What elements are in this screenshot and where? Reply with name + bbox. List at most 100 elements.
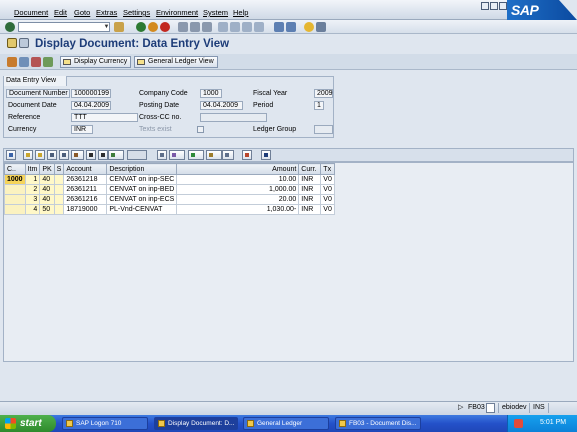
col-header-company[interactable]: C.. — [4, 163, 26, 175]
print-preview-icon[interactable] — [157, 150, 167, 160]
cell-s[interactable] — [53, 174, 65, 185]
display-variant-icon[interactable] — [108, 150, 124, 160]
company-code-field[interactable]: 1000 — [200, 89, 222, 98]
system-info-icon[interactable] — [486, 403, 495, 413]
change-variant-icon[interactable] — [127, 150, 147, 160]
cell-tax[interactable]: V0 — [320, 184, 335, 195]
cell-currency[interactable]: INR — [298, 204, 322, 215]
general-ledger-view-button[interactable]: General Ledger View — [134, 56, 218, 68]
shortcut-icon[interactable] — [286, 22, 296, 32]
table-row[interactable]: 1000 1 40 26361218 CENVAT on inp-SEC 10.… — [4, 174, 335, 185]
cell-posting-key[interactable]: 50 — [39, 204, 55, 215]
cell-currency[interactable]: INR — [298, 184, 322, 195]
change-layout-icon[interactable] — [222, 150, 234, 160]
col-header-description[interactable]: Description — [106, 163, 178, 175]
ledger-group-field[interactable] — [314, 125, 333, 134]
cell-currency[interactable]: INR — [298, 194, 322, 205]
find-grid-icon[interactable] — [47, 150, 57, 160]
cell-item[interactable]: 2 — [24, 184, 41, 195]
layout-menu-icon[interactable] — [316, 22, 326, 32]
table-row[interactable]: 3 40 26361216 CENVAT on inp-ECS 20.00 IN… — [4, 194, 335, 205]
menu-extras[interactable]: Extras — [96, 8, 117, 17]
col-header-item[interactable]: Itm — [24, 163, 41, 175]
exit-icon[interactable] — [148, 22, 158, 32]
cancel-icon[interactable] — [160, 22, 170, 32]
save-icon[interactable] — [114, 22, 124, 32]
col-header-amount[interactable]: Amount — [176, 163, 300, 175]
cell-account[interactable]: 18719000 — [63, 204, 108, 215]
restore-button[interactable] — [490, 2, 498, 10]
fiscal-year-field[interactable]: 2009 — [314, 89, 333, 98]
menu-environment[interactable]: Environment — [156, 8, 198, 17]
other-document-icon[interactable] — [7, 38, 17, 48]
spreadsheet-icon[interactable] — [188, 150, 204, 160]
filter-icon[interactable] — [71, 150, 84, 160]
sort-descending-icon[interactable] — [35, 150, 45, 160]
cell-item[interactable]: 1 — [24, 174, 41, 185]
graphic-icon[interactable] — [242, 150, 252, 160]
task-general-ledger[interactable]: General Ledger — [243, 417, 329, 430]
total-icon[interactable] — [86, 150, 96, 160]
chevron-down-icon[interactable]: ▼ — [103, 23, 110, 31]
next-page-icon[interactable] — [242, 22, 252, 32]
cell-description[interactable]: CENVAT on inp-BED — [106, 184, 178, 195]
cell-item[interactable]: 3 — [24, 194, 41, 205]
col-header-currency[interactable]: Curr. — [298, 163, 322, 175]
reference-field[interactable]: TTT — [71, 113, 138, 122]
document-header-icon[interactable] — [31, 57, 41, 67]
cell-amount[interactable]: 1,030.00- — [176, 204, 300, 215]
help-icon[interactable] — [304, 22, 314, 32]
sort-ascending-icon[interactable] — [23, 150, 33, 160]
start-button[interactable]: start — [0, 415, 56, 432]
menu-help[interactable]: Help — [233, 8, 248, 17]
display-change-toggle-icon[interactable] — [7, 57, 17, 67]
enter-icon[interactable] — [5, 22, 15, 32]
task-sap-logon[interactable]: SAP Logon 710 — [62, 417, 148, 430]
col-header-posting-key[interactable]: PK — [39, 163, 55, 175]
menu-goto[interactable]: Goto — [74, 8, 90, 17]
cell-description[interactable]: CENVAT on inp-ECS — [106, 194, 178, 205]
info-icon[interactable] — [261, 150, 271, 160]
subtotal-icon[interactable] — [98, 150, 108, 160]
cell-company[interactable] — [4, 204, 26, 215]
cell-account[interactable]: 26361216 — [63, 194, 108, 205]
cell-posting-key[interactable]: 40 — [39, 174, 55, 185]
cell-posting-key[interactable]: 40 — [39, 194, 55, 205]
table-row[interactable]: 4 50 18719000 PL-Vnd-CENVAT 1,030.00- IN… — [4, 204, 335, 215]
cell-account[interactable]: 26361211 — [63, 184, 108, 195]
col-header-tax[interactable]: Tx — [320, 163, 335, 175]
details-icon[interactable] — [6, 150, 16, 160]
cell-tax[interactable]: V0 — [320, 204, 335, 215]
cell-amount[interactable]: 10.00 — [176, 174, 300, 185]
cell-tax[interactable]: V0 — [320, 174, 335, 185]
texts-exist-checkbox[interactable] — [197, 126, 204, 133]
export-icon[interactable] — [169, 150, 185, 160]
col-header-s[interactable]: S — [53, 163, 65, 175]
first-page-icon[interactable] — [218, 22, 228, 32]
currency-field[interactable]: INR — [71, 125, 93, 134]
cell-company[interactable]: 1000 — [4, 174, 26, 185]
document-overview-icon[interactable] — [19, 57, 29, 67]
menu-edit[interactable]: Edit — [54, 8, 67, 17]
local-file-icon[interactable] — [206, 150, 222, 160]
cell-company[interactable] — [4, 194, 26, 205]
task-display-document[interactable]: Display Document: D... — [154, 417, 238, 430]
cell-amount[interactable]: 1,000.00 — [176, 184, 300, 195]
cell-currency[interactable]: INR — [298, 174, 322, 185]
tray-app-icon[interactable] — [514, 419, 523, 428]
last-page-icon[interactable] — [254, 22, 264, 32]
print-icon[interactable] — [178, 22, 188, 32]
period-field[interactable]: 1 — [314, 101, 324, 110]
task-fb03-document[interactable]: FB03 - Document Dis... — [335, 417, 421, 430]
cell-amount[interactable]: 20.00 — [176, 194, 300, 205]
cell-s[interactable] — [53, 194, 65, 205]
cell-tax[interactable]: V0 — [320, 194, 335, 205]
close-button[interactable] — [499, 2, 507, 10]
new-session-icon[interactable] — [274, 22, 284, 32]
col-header-account[interactable]: Account — [63, 163, 108, 175]
cell-company[interactable] — [4, 184, 26, 195]
find-next-icon[interactable] — [202, 22, 212, 32]
document-number-field[interactable]: 100000199 — [71, 89, 111, 98]
cell-s[interactable] — [53, 204, 65, 215]
minimize-button[interactable] — [481, 2, 489, 10]
